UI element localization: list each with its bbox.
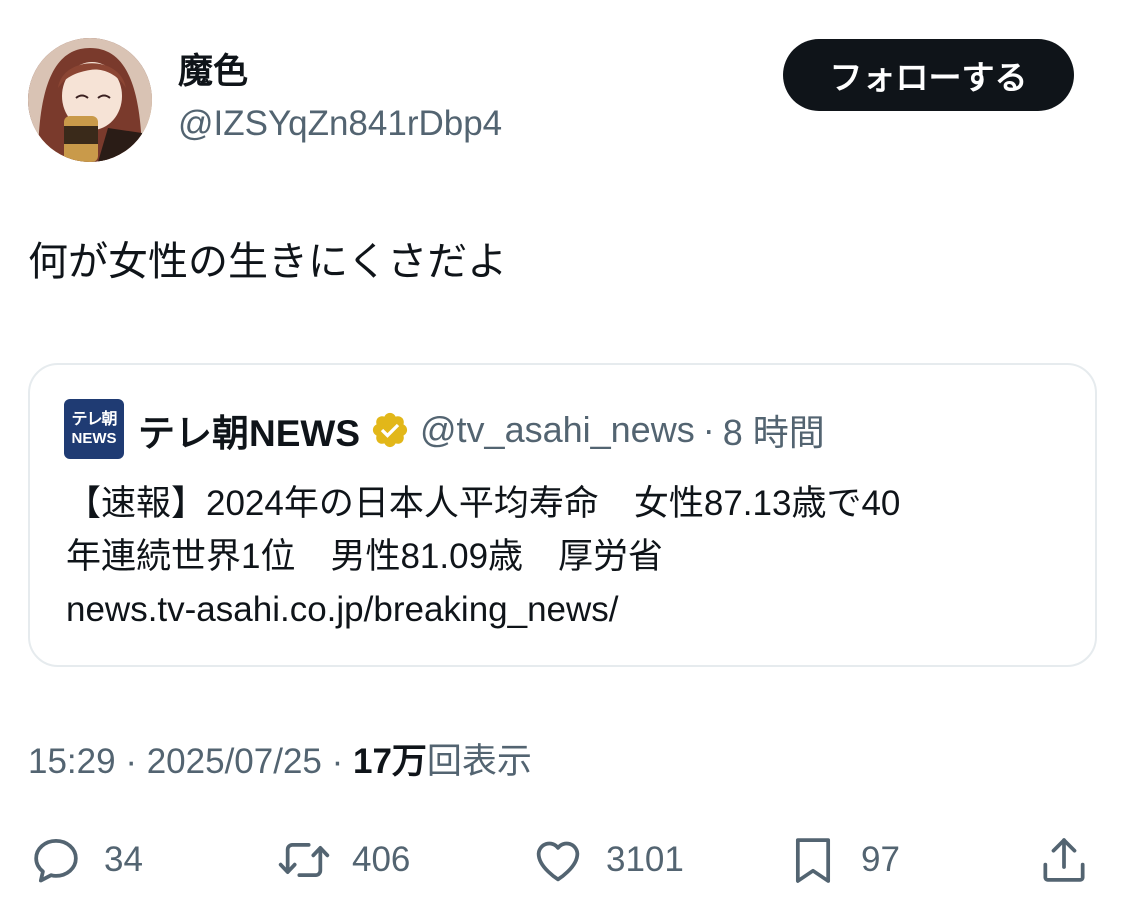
display-name[interactable]: 魔色: [178, 50, 248, 94]
share-button[interactable]: [1036, 832, 1092, 888]
heart-icon: [536, 841, 580, 882]
tv-asahi-news-logo[interactable]: テレ朝 NEWS: [64, 399, 124, 459]
quoted-link[interactable]: news.tv-asahi.co.jp/breaking_news/: [66, 583, 1066, 636]
quoted-tweet-text: 【速報】2024年の日本人平均寿命 女性87.13歳で40 年連続世界1位 男性…: [66, 477, 1066, 636]
tweet: 魔色 @IZSYqZn841rDbp4 フォローする 何が女性の生きにくさだよ …: [0, 0, 1125, 902]
reply-icon: [34, 839, 78, 883]
meta-separator: ·: [115, 742, 147, 781]
bookmark-count: 97: [861, 840, 900, 879]
separator-dot: ·: [702, 409, 715, 450]
verified-gold-badge-icon: [372, 412, 408, 448]
tweet-text: 何が女性の生きにくさだよ: [28, 240, 508, 284]
views-count: 17万: [352, 742, 427, 781]
retweet-icon: [278, 842, 330, 878]
like-button[interactable]: 3101: [530, 832, 684, 888]
quoted-text-line: 年連続世界1位 男性81.09歳 厚労省: [66, 537, 664, 576]
quoted-timestamp: 8 時間: [722, 412, 825, 453]
logo-line2: NEWS: [71, 430, 117, 447]
retweet-count: 406: [352, 840, 411, 879]
quoted-tweet-header: テレ朝NEWS @tv_asahi_news · 8 時間: [138, 405, 825, 455]
tweet-time[interactable]: 15:29: [28, 742, 116, 781]
avatar[interactable]: [28, 38, 152, 162]
logo-line1: テレ朝: [71, 411, 117, 428]
retweet-button[interactable]: 406: [276, 832, 410, 888]
quoted-tweet[interactable]: テレ朝 NEWS テレ朝NEWS @tv_asahi_news · 8 時間 【…: [28, 363, 1097, 667]
reply-count: 34: [104, 840, 143, 879]
share-icon: [1043, 838, 1085, 882]
quoted-display-name: テレ朝NEWS: [138, 413, 360, 454]
reply-button[interactable]: 34: [28, 832, 143, 888]
tweet-meta: 15:29 · 2025/07/25 · 17万回表示: [28, 740, 532, 784]
like-count: 3101: [606, 840, 684, 879]
views-label: 回表示: [426, 742, 532, 781]
quoted-text-line: 【速報】2024年の日本人平均寿命 女性87.13歳で40: [66, 484, 901, 523]
anime-character-avatar-icon: [28, 38, 152, 162]
bookmark-button[interactable]: 97: [785, 832, 900, 888]
follow-button[interactable]: フォローする: [783, 39, 1074, 111]
meta-separator: ·: [321, 742, 353, 781]
quoted-handle: @tv_asahi_news: [420, 409, 695, 450]
bookmark-icon: [795, 838, 831, 883]
user-handle[interactable]: @IZSYqZn841rDbp4: [178, 102, 502, 146]
tweet-date[interactable]: 2025/07/25: [147, 742, 322, 781]
